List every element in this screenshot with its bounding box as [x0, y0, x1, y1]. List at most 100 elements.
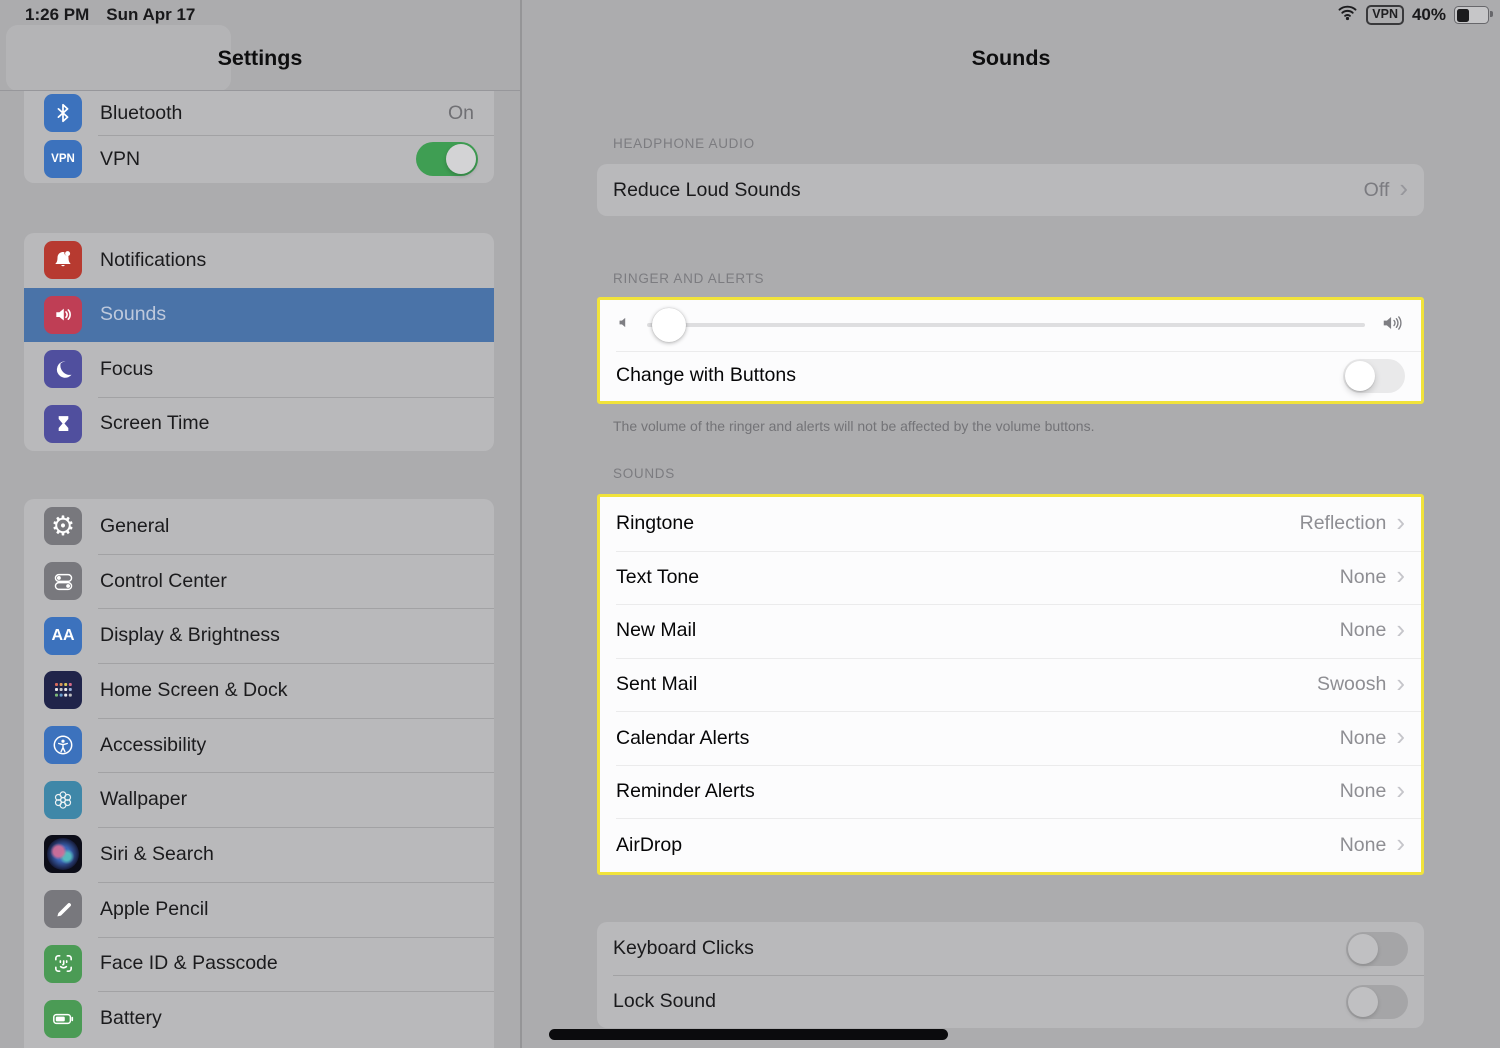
sidebar-item-label: Bluetooth [100, 102, 448, 125]
chevron-right-icon: › [1396, 777, 1405, 803]
sidebar-item-general[interactable]: ⚙ General [24, 499, 494, 554]
bluetooth-value: On [448, 102, 474, 125]
sidebar-item-sounds[interactable]: Sounds [24, 288, 494, 343]
gear-icon: ⚙ [44, 507, 82, 545]
sent-mail-row[interactable]: Sent Mail Swoosh › [600, 658, 1421, 712]
ipad-settings-screen: 1:26 PM Sun Apr 17 VPN 40% Settings Soun… [0, 0, 1500, 1048]
sidebar-item-control-center[interactable]: Control Center [24, 554, 494, 609]
sidebar-item-label: General [100, 515, 494, 538]
change-with-buttons-toggle[interactable] [1343, 359, 1405, 393]
sidebar-item-apple-pencil[interactable]: Apple Pencil [24, 882, 494, 937]
notifications-bell-icon [44, 241, 82, 279]
page-title: Sounds [522, 46, 1500, 71]
sidebar-item-battery[interactable]: Battery [24, 991, 494, 1046]
status-bar-right: VPN 40% [1337, 4, 1489, 26]
calendar-alerts-row[interactable]: Calendar Alerts None › [600, 711, 1421, 765]
screen-time-hourglass-icon [44, 405, 82, 443]
row-label: AirDrop [616, 834, 1340, 857]
row-value: None [1340, 834, 1387, 857]
row-label: Change with Buttons [616, 364, 1343, 387]
ringer-volume-slider[interactable] [647, 307, 1365, 343]
bluetooth-icon [44, 94, 82, 132]
row-label: Sent Mail [616, 673, 1317, 696]
accessibility-icon [44, 726, 82, 764]
sidebar-item-label: Focus [100, 358, 494, 381]
battery-icon [1454, 6, 1489, 24]
sidebar-item-accessibility[interactable]: Accessibility [24, 718, 494, 773]
slider-knob[interactable] [652, 308, 686, 342]
sidebar-group-connectivity: Bluetooth On VPN VPN [24, 91, 494, 183]
keyboard-clicks-row: Keyboard Clicks [597, 922, 1424, 975]
chevron-right-icon: › [1396, 723, 1405, 749]
sidebar-item-label: Control Center [100, 570, 494, 593]
control-center-icon [44, 562, 82, 600]
sidebar-item-label: Sounds [100, 303, 494, 326]
sounds-speaker-icon [44, 296, 82, 334]
sidebar-item-label: Face ID & Passcode [100, 952, 494, 975]
lock-sound-row: Lock Sound [597, 975, 1424, 1028]
row-label: Keyboard Clicks [613, 937, 1346, 960]
status-bar-left: 1:26 PM Sun Apr 17 [25, 5, 195, 25]
volume-max-icon [1379, 312, 1405, 339]
row-value: Reflection [1300, 512, 1387, 535]
wallpaper-flower-icon [44, 781, 82, 819]
sidebar-item-screen-time[interactable]: Screen Time [24, 397, 494, 452]
row-value: Off [1364, 179, 1390, 202]
new-mail-row[interactable]: New Mail None › [600, 604, 1421, 658]
keyboard-lock-card: Keyboard Clicks Lock Sound [597, 922, 1424, 1028]
sidebar-item-label: Notifications [100, 249, 494, 272]
sidebar-item-label: Apple Pencil [100, 898, 494, 921]
display-brightness-icon: AA [44, 617, 82, 655]
reduce-loud-sounds-row[interactable]: Reduce Loud Sounds Off › [597, 164, 1424, 216]
home-screen-dock-icon [44, 671, 82, 709]
sidebar-title: Settings [0, 46, 520, 71]
vpn-toggle[interactable] [416, 142, 478, 176]
chevron-right-icon: › [1399, 175, 1408, 201]
ringtone-row[interactable]: Ringtone Reflection › [600, 497, 1421, 551]
sidebar-item-label: Display & Brightness [100, 624, 494, 647]
row-value: None [1340, 566, 1387, 589]
text-tone-row[interactable]: Text Tone None › [600, 551, 1421, 605]
row-label: Reminder Alerts [616, 780, 1340, 803]
battery-percent: 40% [1412, 5, 1446, 25]
row-label: Calendar Alerts [616, 727, 1340, 750]
sidebar-item-face-id[interactable]: Face ID & Passcode [24, 937, 494, 992]
sidebar-item-label: Wallpaper [100, 788, 494, 811]
sidebar-divider [520, 0, 522, 1048]
reduce-loud-sounds-card: Reduce Loud Sounds Off › [597, 164, 1424, 216]
sidebar-item-notifications[interactable]: Notifications [24, 233, 494, 288]
sidebar-item-focus[interactable]: Focus [24, 342, 494, 397]
sidebar-item-label: Siri & Search [100, 843, 494, 866]
row-value: None [1340, 619, 1387, 642]
battery-settings-icon [44, 1000, 82, 1038]
sidebar-item-siri-search[interactable]: Siri & Search [24, 827, 494, 882]
face-id-icon [44, 945, 82, 983]
focus-moon-icon [44, 350, 82, 388]
sounds-list-highlighted-card: Ringtone Reflection › Text Tone None › N… [597, 494, 1424, 875]
ringer-volume-row [600, 300, 1421, 351]
row-label: New Mail [616, 619, 1340, 642]
sidebar-item-display-brightness[interactable]: AA Display & Brightness [24, 608, 494, 663]
chevron-right-icon: › [1396, 509, 1405, 535]
row-value: Swoosh [1317, 673, 1386, 696]
reminder-alerts-row[interactable]: Reminder Alerts None › [600, 765, 1421, 819]
sidebar-item-home-screen-dock[interactable]: Home Screen & Dock [24, 663, 494, 718]
airdrop-row[interactable]: AirDrop None › [600, 818, 1421, 872]
lock-sound-toggle[interactable] [1346, 985, 1408, 1019]
slider-track[interactable] [647, 323, 1365, 327]
sidebar-item-bluetooth[interactable]: Bluetooth On [24, 91, 494, 135]
row-value: None [1340, 780, 1387, 803]
row-label: Reduce Loud Sounds [613, 179, 1364, 202]
chevron-right-icon: › [1396, 616, 1405, 642]
vpn-status-badge: VPN [1366, 5, 1404, 25]
home-indicator[interactable] [549, 1029, 948, 1040]
ringer-alerts-highlighted-card: Change with Buttons [597, 297, 1424, 404]
sidebar-item-label: Home Screen & Dock [100, 679, 494, 702]
sidebar-item-wallpaper[interactable]: Wallpaper [24, 772, 494, 827]
keyboard-clicks-toggle[interactable] [1346, 932, 1408, 966]
siri-icon [44, 835, 82, 873]
sidebar-item-vpn[interactable]: VPN VPN [24, 135, 494, 183]
row-label: Text Tone [616, 566, 1340, 589]
vpn-icon: VPN [44, 140, 82, 178]
status-date: Sun Apr 17 [106, 5, 195, 25]
